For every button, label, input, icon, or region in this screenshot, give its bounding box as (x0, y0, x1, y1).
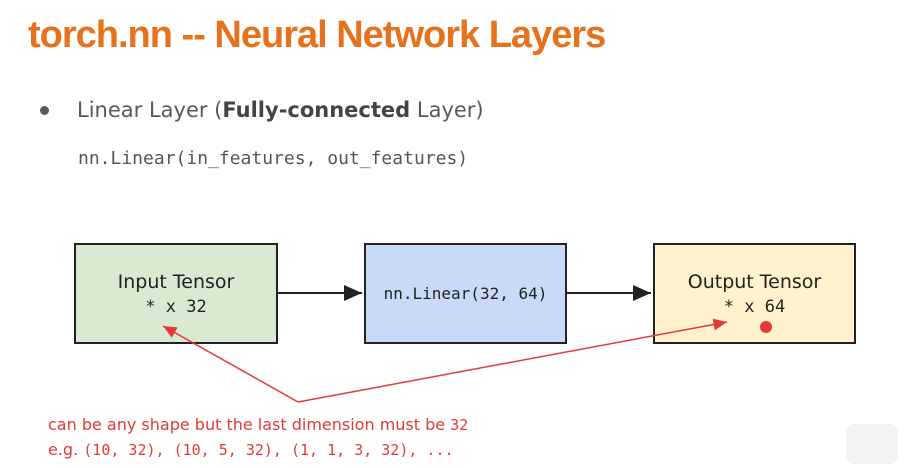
annotation-line-1-text: can be any shape but the last dimension … (48, 415, 451, 434)
annotation-line-2-examples: (10, 32), (10, 5, 32), (1, 1, 3, 32), ..… (83, 441, 454, 459)
annotation-line-1-num: 32 (450, 416, 469, 434)
annotation-line-2-prefix: e.g. (48, 440, 84, 459)
annotation-line-1: can be any shape but the last dimension … (48, 415, 468, 434)
annotation-arrow-to-output (297, 318, 728, 403)
diagram-connectors (162, 285, 772, 403)
annotation-line-2: e.g. (10, 32), (10, 5, 32), (1, 1, 3, 32… (48, 440, 454, 459)
pointer-dot-icon (760, 321, 772, 333)
watermark-play-icon (846, 424, 898, 464)
annotation-arrow-to-input (162, 325, 299, 403)
